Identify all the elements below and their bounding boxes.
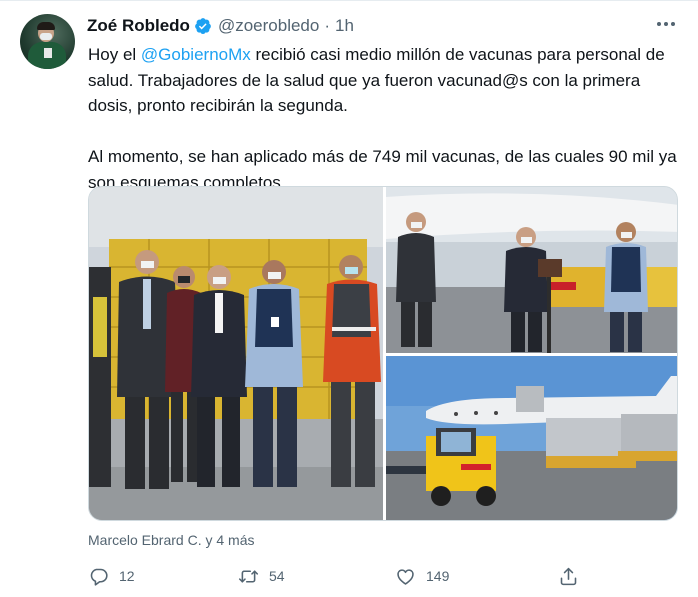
author-name[interactable]: Zoé Robledo [87, 16, 190, 36]
photo-podium-plane[interactable] [386, 187, 677, 353]
tweet[interactable]: Zoé Robledo @zoerobledo · 1h Hoy el @Gob… [0, 0, 698, 597]
retweet-count: 54 [269, 568, 285, 584]
photo-officials-cargo[interactable] [89, 187, 383, 520]
avatar-mask [40, 33, 52, 40]
verified-badge-icon [195, 18, 211, 35]
avatar-badge [44, 48, 52, 58]
like-count: 149 [426, 568, 450, 584]
tweet-text: Hoy el @GobiernoMx recibió casi medio mi… [88, 42, 688, 195]
retweet-button[interactable]: 54 [238, 562, 285, 590]
photo-plane-containers[interactable] [386, 356, 677, 520]
more-options-icon[interactable] [652, 12, 680, 36]
retweet-icon [238, 569, 259, 583]
heart-icon [397, 568, 414, 585]
media-grid [88, 186, 678, 521]
share-button[interactable] [558, 562, 579, 590]
reply-count: 12 [119, 568, 135, 584]
author-handle[interactable]: @zoerobledo [218, 16, 319, 36]
tagged-people[interactable]: Marcelo Ebrard C. y 4 más [88, 532, 255, 548]
mention-link[interactable]: @GobiernoMx [141, 45, 251, 64]
action-bar: 12 54 149 [88, 562, 588, 590]
timestamp[interactable]: 1h [335, 16, 354, 36]
share-icon [560, 567, 577, 585]
tweet-paragraph-1: Hoy el @GobiernoMx recibió casi medio mi… [88, 42, 688, 119]
avatar[interactable] [20, 14, 75, 69]
like-button[interactable]: 149 [395, 562, 449, 590]
reply-icon [90, 568, 108, 586]
reply-button[interactable]: 12 [88, 562, 135, 590]
divider [0, 0, 698, 1]
text-segment: Hoy el [88, 45, 141, 64]
tweet-header: Zoé Robledo @zoerobledo · 1h [87, 16, 354, 36]
avatar-hair [37, 22, 55, 30]
separator-dot: · [324, 16, 331, 35]
more-dots [657, 22, 675, 26]
